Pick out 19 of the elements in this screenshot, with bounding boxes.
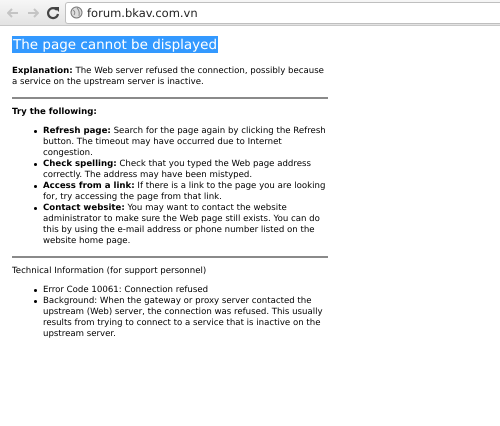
- explanation-text: Explanation: The Web server refused the connection, possibly because a service on the upstream server is inactive.: [12, 66, 325, 88]
- globe-icon: [70, 6, 83, 19]
- suggestion-text: Contact website: You may want to contact the website administrator to make sure the Web page still exists. You can do this by using the e-mail address or phone number listed on the website home page.: [43, 203, 321, 247]
- bullet-icon: [34, 130, 37, 133]
- suggestion-text: Check spelling: Check that you typed the Web page address correctly. The address may have been mistyped.: [43, 159, 312, 181]
- section-heading: Technical Information (for support personnel): [12, 266, 208, 277]
- address-bar[interactable]: forum.bkav.com.vn: [65, 2, 500, 24]
- page-title: The page cannot be displayed: [12, 36, 218, 53]
- bullet-icon: [34, 300, 37, 303]
- bullet-icon: [34, 163, 37, 166]
- technical-detail: Background: When the gateway or proxy server contacted the upstream (Web) server, the connection was refused. This usually results from trying to connect to a service that is inactive on the upstream server.: [43, 296, 324, 340]
- reload-button[interactable]: [45, 4, 61, 20]
- technical-detail: Error Code 10061: Connection refused: [43, 285, 208, 296]
- bullet-icon: [34, 289, 37, 292]
- bullet-icon: [34, 207, 37, 210]
- suggestion-text: Access from a link: If there is a link to the page you are looking for, try accessing the page from that link.: [43, 181, 326, 203]
- bullet-icon: [34, 185, 37, 188]
- suggestion-text: Refresh page: Search for the page again by clicking the Refresh button. The timeout may have occurred due to Internet congestion.: [43, 126, 327, 159]
- section-heading: Try the following:: [12, 107, 98, 118]
